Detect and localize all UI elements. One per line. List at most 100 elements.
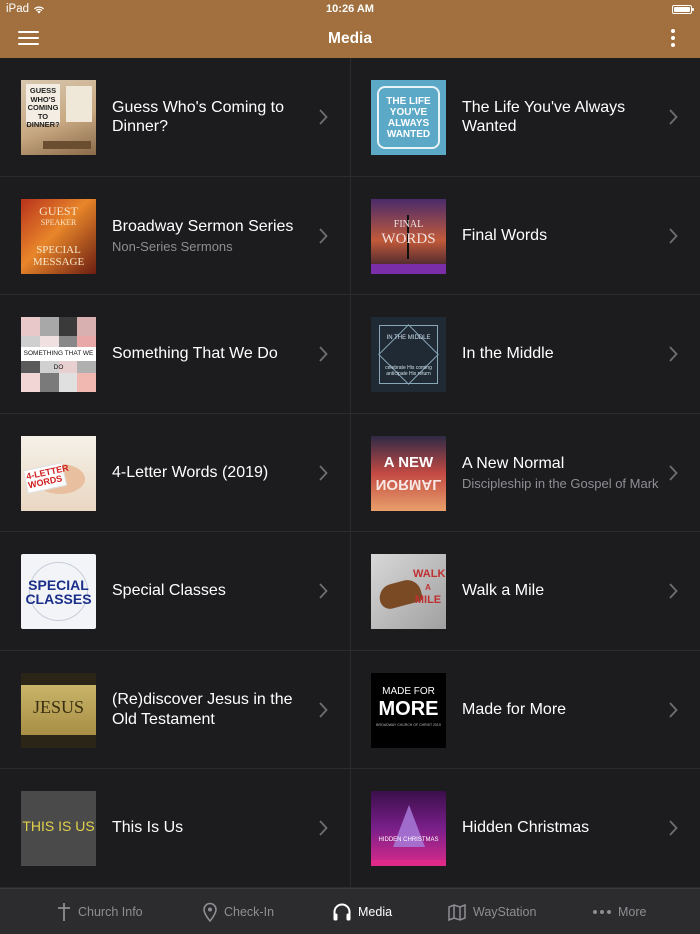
tab-waystation[interactable]: WayStation <box>447 889 536 934</box>
media-item[interactable]: FINAL WORDS Final Words <box>350 177 700 295</box>
media-item[interactable]: GUEST SPEAKER SPECIAL MESSAGE Broadway S… <box>0 177 350 295</box>
thumbnail-art-text: celebrate His coming anticipate His retu… <box>371 365 446 377</box>
chevron-right-icon <box>319 701 328 718</box>
media-item[interactable]: JESUS (Re)discover Jesus in the Old Test… <box>0 651 350 769</box>
series-thumbnail: HIDDEN CHRISTMAS <box>371 791 446 866</box>
chevron-right-icon <box>669 701 678 718</box>
tab-media[interactable]: Media <box>332 889 392 934</box>
art-line: DINNER? <box>26 120 60 129</box>
chevron-right-icon <box>319 820 328 836</box>
media-text: Broadway Sermon Series Non-Series Sermon… <box>112 177 310 295</box>
thumbnail-art-text: A NEW <box>383 453 434 471</box>
media-item[interactable]: 4-LETTER WORDS 4-Letter Words (2019) <box>0 414 350 532</box>
thumbnail-art-text: SOMETHING THAT WE DO <box>21 347 96 371</box>
media-title: Made for More <box>462 700 567 718</box>
media-title: Final Words <box>462 226 548 244</box>
media-text: Walk a Mile <box>462 532 660 650</box>
media-text: In the Middle <box>462 295 660 413</box>
tab-label: Church Info <box>78 905 143 919</box>
tab-check-in[interactable]: Check-In <box>202 889 274 934</box>
media-title: Something That We Do <box>112 345 278 363</box>
tile <box>39 373 59 392</box>
media-grid: GUESS WHO'S COMING TO DINNER? Guess Who'… <box>0 58 700 888</box>
media-item[interactable]: SOMETHING THAT WE DO Something That We D… <box>0 295 350 414</box>
media-item[interactable]: GUESS WHO'S COMING TO DINNER? Guess Who'… <box>0 58 350 177</box>
media-text: Something That We Do <box>112 295 310 413</box>
status-time: 10:26 AM <box>326 3 374 15</box>
media-title: Walk a Mile <box>462 582 545 600</box>
page-title: Media <box>328 30 372 47</box>
media-title: Special Classes <box>112 582 226 600</box>
series-thumbnail: GUEST SPEAKER SPECIAL MESSAGE <box>21 198 96 274</box>
color-band <box>371 263 446 274</box>
headphones-icon <box>333 903 351 921</box>
tab-label: Check-In <box>224 905 275 919</box>
media-item[interactable]: THE LIFE YOU'VE ALWAYS WANTED The Life Y… <box>350 58 700 177</box>
media-item[interactable]: WALK A MILE Walk a Mile <box>350 532 700 651</box>
thumbnail-art-text: THE LIFE YOU'VE ALWAYS WANTED <box>371 96 446 140</box>
tile <box>21 373 40 392</box>
window-shape <box>66 86 92 122</box>
thumbnail-art-text: HIDDEN CHRISTMAS <box>378 837 439 843</box>
media-item[interactable]: SPECIAL CLASSES Special Classes <box>0 532 350 651</box>
media-item[interactable]: THIS IS US This Is Us <box>0 769 350 888</box>
art-line: SPEAKER <box>40 217 77 227</box>
color-band <box>371 860 446 866</box>
art-line: CLASSES <box>25 591 92 607</box>
media-title: (Re)discover Jesus in the Old Testament <box>112 691 293 728</box>
chevron-right-icon <box>319 227 328 244</box>
chevron-right-icon <box>669 464 678 481</box>
media-item[interactable]: IN THE MIDDLE celebrate His coming antic… <box>350 295 700 414</box>
tab-label: Media <box>358 905 393 919</box>
media-text: The Life You've Always Wanted <box>462 58 660 176</box>
series-thumbnail: 4-LETTER WORDS <box>21 435 96 511</box>
thumbnail-art-text: IN THE MIDDLE <box>386 335 431 341</box>
chevron-right-icon <box>319 109 328 125</box>
thumbnail-art-text: BROADWAY CHURCH OF CHRIST 2019 <box>376 722 441 727</box>
location-pin-icon <box>203 902 217 922</box>
chevron-right-icon <box>319 346 328 362</box>
media-text: (Re)discover Jesus in the Old Testament <box>112 651 310 769</box>
series-thumbnail: GUESS WHO'S COMING TO DINNER? <box>21 80 96 155</box>
media-text: Special Classes <box>112 532 310 650</box>
nav-bar: Media <box>0 20 700 58</box>
media-item[interactable]: MADE FOR MORE BROADWAY CHURCH OF CHRIST … <box>350 651 700 769</box>
chevron-right-icon <box>669 346 678 362</box>
art-line: THE LIFE <box>386 96 431 107</box>
series-thumbnail: FINAL WORDS <box>371 198 446 274</box>
series-thumbnail: MADE FOR MORE BROADWAY CHURCH OF CHRIST … <box>371 672 446 748</box>
ellipsis-icon <box>593 910 611 914</box>
tab-label: WayStation <box>473 905 537 919</box>
media-item[interactable]: HIDDEN CHRISTMAS Hidden Christmas <box>350 769 700 888</box>
media-title: Guess Who's Coming to Dinner? <box>112 98 285 136</box>
series-thumbnail: IN THE MIDDLE celebrate His coming antic… <box>371 317 446 392</box>
thumbnail-art-text: GUESS WHO'S COMING TO DINNER? <box>26 84 60 129</box>
series-thumbnail: THIS IS US <box>21 791 96 866</box>
art-line: anticipate His return <box>386 371 431 377</box>
more-options-icon[interactable] <box>670 29 676 49</box>
table-shape <box>43 141 91 149</box>
media-text: 4-Letter Words (2019) <box>112 414 310 532</box>
media-subtitle: Non-Series Sermons <box>112 238 233 254</box>
tile <box>39 317 59 336</box>
chevron-right-icon <box>319 583 328 599</box>
art-line: YOU'VE <box>389 107 428 118</box>
chevron-right-icon <box>669 820 678 836</box>
chevron-right-icon <box>319 464 328 481</box>
media-item[interactable]: A NEW NORMAL A New Normal Discipleship i… <box>350 414 700 532</box>
series-thumbnail: WALK A MILE <box>371 554 446 629</box>
art-line: GUEST <box>39 203 78 218</box>
art-line: A <box>425 583 431 592</box>
chevron-right-icon <box>669 227 678 244</box>
thumbnail-art-text: THIS IS US <box>22 818 95 834</box>
thumbnail-art-text: GUEST SPEAKER <box>21 205 96 229</box>
tile <box>21 317 40 336</box>
tab-more[interactable]: More <box>592 889 646 934</box>
media-text: Guess Who's Coming to Dinner? <box>112 58 310 176</box>
media-text: A New Normal Discipleship in the Gospel … <box>462 414 660 532</box>
tab-bar: Church Info Check-In Media WayStation Mo… <box>0 888 700 934</box>
tab-church-info[interactable]: Church Info <box>56 889 143 934</box>
art-line: WORDS <box>381 230 436 247</box>
chevron-right-icon <box>669 583 678 599</box>
art-line: SPECIAL <box>36 243 81 256</box>
